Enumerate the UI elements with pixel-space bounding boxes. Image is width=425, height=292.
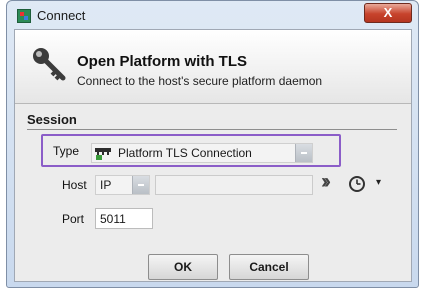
app-icon bbox=[17, 9, 31, 23]
cancel-button[interactable]: Cancel bbox=[229, 254, 309, 280]
section-divider bbox=[27, 129, 397, 130]
dialog-content: Open Platform with TLS Connect to the ho… bbox=[14, 29, 412, 282]
ok-button[interactable]: OK bbox=[148, 254, 218, 280]
connection-icon bbox=[95, 148, 111, 160]
host-mode-select[interactable]: IP bbox=[95, 175, 150, 195]
chevron-down-icon bbox=[138, 184, 144, 186]
history-dropdown-icon[interactable]: ▾ bbox=[376, 177, 381, 188]
history-clock-icon[interactable] bbox=[348, 175, 366, 193]
port-input[interactable]: 5011 bbox=[95, 208, 153, 229]
session-section-label: Session bbox=[27, 112, 77, 127]
port-value: 5011 bbox=[100, 212, 126, 226]
type-label: Type bbox=[53, 144, 80, 158]
dialog-header: Open Platform with TLS Connect to the ho… bbox=[15, 30, 411, 104]
window-title: Connect bbox=[37, 8, 86, 23]
dialog-title: Open Platform with TLS bbox=[77, 53, 248, 70]
close-button[interactable]: X bbox=[364, 3, 412, 23]
port-label: Port bbox=[62, 212, 85, 226]
connect-dialog: Connect X Open Platform with TLS Connect… bbox=[6, 0, 419, 288]
double-chevron-right-icon[interactable]: ›› bbox=[321, 170, 331, 194]
host-mode-dropdown-button[interactable] bbox=[132, 176, 149, 194]
title-bar: Connect X bbox=[7, 1, 418, 29]
key-icon bbox=[33, 48, 66, 81]
host-mode-value: IP bbox=[100, 178, 112, 192]
type-select[interactable]: Platform TLS Connection bbox=[91, 143, 313, 163]
dialog-subtitle: Connect to the host's secure platform da… bbox=[77, 74, 323, 88]
chevron-down-icon bbox=[301, 152, 307, 154]
type-dropdown-button[interactable] bbox=[295, 144, 312, 162]
type-row-highlight: Type Platform TLS Connection bbox=[41, 134, 341, 167]
host-input[interactable] bbox=[155, 175, 313, 195]
type-value: Platform TLS Connection bbox=[118, 146, 252, 160]
host-label: Host bbox=[62, 178, 87, 192]
